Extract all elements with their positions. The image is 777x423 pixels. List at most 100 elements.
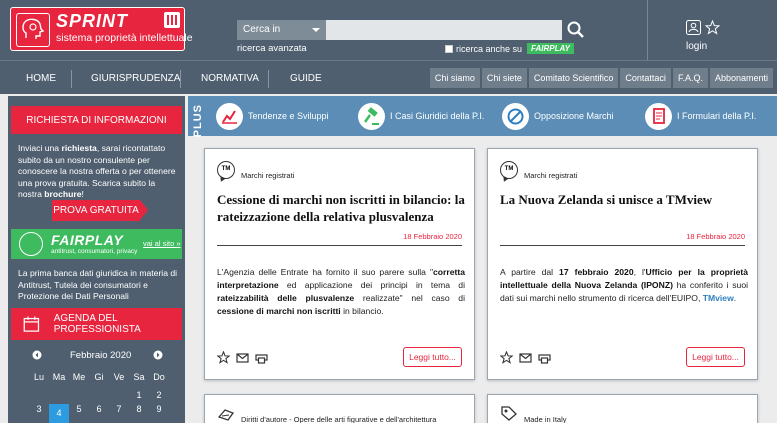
logo-subtitle: sistema proprietà intellettuale bbox=[56, 32, 193, 44]
read-more-button[interactable]: Leggi tutto... bbox=[686, 347, 745, 367]
weekday: Ma bbox=[52, 372, 66, 382]
calendar-day[interactable] bbox=[89, 390, 109, 400]
nav-guide[interactable]: GUIDE bbox=[290, 73, 322, 84]
nav-giurisprudenza[interactable]: GIURISPRUDENZA bbox=[91, 73, 180, 84]
card-body: A partire dal 17 febbraio 2020, l'Uffici… bbox=[500, 266, 748, 305]
calendar-day[interactable] bbox=[49, 390, 69, 400]
nav-normativa[interactable]: NORMATIVA bbox=[201, 73, 259, 84]
calendar-day[interactable]: 5 bbox=[69, 404, 89, 423]
article-card[interactable]: TM Marchi registrati La Nuova Zelanda si… bbox=[487, 148, 758, 380]
free-trial-button[interactable]: PROVA GRATUITA bbox=[52, 200, 148, 221]
calendar-day[interactable] bbox=[29, 390, 49, 400]
nav-faq[interactable]: F.A.Q. bbox=[672, 68, 708, 88]
plus-item-tendenze[interactable]: Tendenze e Sviluppi bbox=[216, 102, 329, 130]
info-text-part: ! bbox=[81, 189, 84, 199]
nav-chi-siete[interactable]: Chi siete bbox=[481, 68, 527, 88]
nav-separator bbox=[71, 70, 72, 88]
login-link[interactable]: login bbox=[686, 41, 707, 52]
plus-item-opposizione[interactable]: Opposizione Marchi bbox=[502, 102, 614, 130]
search-icon[interactable] bbox=[566, 20, 586, 40]
plus-item-label: I Formulari della P.I. bbox=[677, 111, 757, 121]
document-icon bbox=[645, 102, 672, 130]
print-icon[interactable] bbox=[255, 351, 268, 364]
body-text-run: cessione di marchi non iscritti bbox=[217, 306, 341, 316]
nav-abbonamenti[interactable]: Abbonamenti bbox=[709, 68, 773, 88]
fairplay-search-checkbox[interactable]: ricerca anche su FAIRPLAY bbox=[445, 43, 575, 54]
calendar-day[interactable]: 2 bbox=[149, 390, 169, 400]
card-divider bbox=[500, 245, 745, 246]
fairplay-subtitle: antitrust, consumatori, privacy bbox=[51, 248, 138, 255]
gavel-icon bbox=[358, 102, 385, 130]
calendar-day[interactable] bbox=[69, 390, 89, 400]
card-title[interactable]: Cessione di marchi non iscritti in bilan… bbox=[217, 191, 465, 225]
card-date: 18 Febbraio 2020 bbox=[403, 232, 462, 241]
body-text-run: , l' bbox=[633, 267, 646, 277]
body-text-run: 17 febbraio 2020 bbox=[559, 267, 634, 277]
calendar-day-today[interactable]: 4 bbox=[49, 404, 69, 423]
card-title[interactable]: La Nuova Zelanda si unisce a TMview bbox=[500, 191, 748, 208]
fairplay-check-label: ricerca anche su bbox=[456, 43, 523, 54]
star-icon[interactable] bbox=[705, 20, 720, 35]
trademark-icon: TM bbox=[500, 161, 518, 179]
agenda-heading[interactable]: AGENDA DEL PROFESSIONISTA bbox=[11, 308, 182, 340]
card-category[interactable]: Made in Italy bbox=[524, 415, 567, 423]
article-card[interactable]: Diritti d'autore - Opere delle arti figu… bbox=[204, 394, 475, 423]
no-trademark-icon bbox=[502, 102, 529, 130]
calendar-week: 1 2 bbox=[11, 390, 182, 400]
tmview-link[interactable]: TMview bbox=[703, 293, 734, 303]
plus-item-formulari[interactable]: I Formulari della P.I. bbox=[645, 102, 756, 130]
weekday: Ve bbox=[113, 372, 125, 382]
calendar-week: 3 4 5 6 7 8 9 bbox=[11, 404, 182, 423]
request-link[interactable]: richiesta bbox=[61, 143, 96, 153]
calendar-day[interactable]: 6 bbox=[89, 404, 109, 423]
print-icon[interactable] bbox=[538, 351, 551, 364]
plus-item-label: I Casi Giuridici della P.I. bbox=[390, 111, 485, 121]
next-month-icon[interactable] bbox=[153, 350, 163, 360]
article-card[interactable]: TM Marchi registrati Cessione di marchi … bbox=[204, 148, 475, 380]
plus-label: PLUS bbox=[192, 104, 204, 138]
search-input[interactable] bbox=[326, 20, 562, 40]
card-category[interactable]: Marchi registrati bbox=[241, 171, 294, 180]
card-category[interactable]: Diritti d'autore - Opere delle arti figu… bbox=[241, 415, 436, 423]
calendar-day[interactable]: 9 bbox=[149, 404, 169, 423]
advanced-search-link[interactable]: ricerca avanzata bbox=[237, 43, 307, 54]
plus-item-label: Tendenze e Sviluppi bbox=[248, 111, 329, 121]
fairplay-title: FAIRPLAY bbox=[51, 232, 124, 248]
checkbox-box[interactable] bbox=[445, 44, 453, 53]
card-actions bbox=[500, 351, 551, 364]
login-icons[interactable] bbox=[686, 20, 720, 35]
fairplay-badge: FAIRPLAY bbox=[527, 43, 575, 54]
prev-month-icon[interactable] bbox=[32, 350, 42, 360]
body-text-run: realizzate" nel caso di bbox=[354, 293, 465, 303]
info-text-part: Inviaci una bbox=[18, 143, 62, 153]
card-category[interactable]: Marchi registrati bbox=[524, 171, 577, 180]
nav-comitato[interactable]: Comitato Scientifico bbox=[528, 68, 619, 88]
nav-chi-siamo[interactable]: Chi siamo bbox=[429, 68, 480, 88]
plus-item-casi[interactable]: I Casi Giuridici della P.I. bbox=[358, 102, 484, 130]
calendar-day[interactable]: 3 bbox=[29, 404, 49, 423]
read-more-button[interactable]: Leggi tutto... bbox=[403, 347, 462, 367]
mail-icon[interactable] bbox=[519, 351, 532, 364]
logo-title: SPRINT bbox=[56, 11, 129, 31]
calendar-day[interactable] bbox=[109, 390, 129, 400]
weekday: Do bbox=[153, 372, 165, 382]
calendar-day[interactable]: 7 bbox=[109, 404, 129, 423]
search-scope-select[interactable]: Cerca in bbox=[237, 20, 326, 40]
calendar-day[interactable]: 8 bbox=[129, 404, 149, 423]
article-card[interactable]: Made in Italy bbox=[487, 394, 758, 423]
mail-icon[interactable] bbox=[236, 351, 249, 364]
brochure-link[interactable]: brochure bbox=[44, 189, 81, 199]
nav-contattaci[interactable]: Contattaci bbox=[620, 68, 671, 88]
tag-icon bbox=[501, 406, 517, 421]
sprint-logo[interactable]: SPRINT sistema proprietà intellettuale bbox=[10, 7, 193, 51]
info-request-heading[interactable]: RICHIESTA DI INFORMAZIONI bbox=[11, 106, 182, 134]
calendar-nav: Febbraio 2020 bbox=[11, 347, 182, 363]
fairplay-banner[interactable]: FAIRPLAY antitrust, consumatori, privacy… bbox=[11, 229, 182, 259]
user-icon[interactable] bbox=[686, 20, 701, 35]
calendar-day[interactable]: 1 bbox=[129, 390, 149, 400]
calendar-icon bbox=[23, 316, 40, 332]
star-icon[interactable] bbox=[217, 351, 230, 364]
nav-home[interactable]: HOME bbox=[26, 73, 56, 84]
star-icon[interactable] bbox=[500, 351, 513, 364]
fairplay-site-link[interactable]: vai al sito » bbox=[143, 239, 181, 248]
